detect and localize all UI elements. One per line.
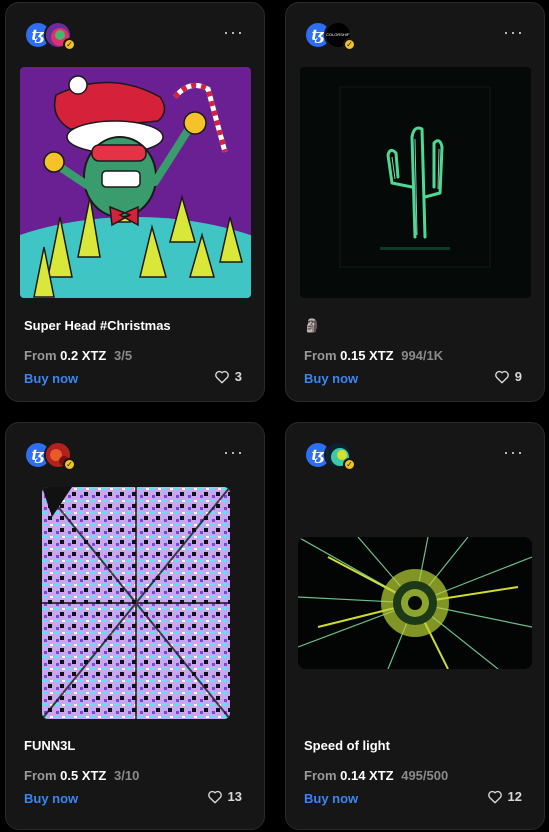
price-from-label: From [304,768,337,783]
price-row: From 0.15 XTZ 994/1K [304,348,443,363]
buy-now-button[interactable]: Buy now [24,791,78,806]
price-amount: 0.5 XTZ [60,768,107,783]
edition-count: 3/10 [114,768,140,783]
artwork-image[interactable] [298,537,532,669]
verified-icon: ✓ [63,38,76,51]
price-amount: 0.14 XTZ [340,768,394,783]
more-options-icon[interactable]: ··· [223,23,244,41]
edition-count: 495/500 [401,768,449,783]
nft-card[interactable]: ꜩ COLORSHIFT ✓ ··· 🗿 From 0.15 XTZ 994/1… [285,2,545,402]
card-avatars: ꜩ ✓ [24,21,84,53]
price-amount: 0.15 XTZ [340,348,394,363]
more-options-icon[interactable]: ··· [223,443,244,461]
artwork-image[interactable] [300,67,531,298]
card-avatars: ꜩ COLORSHIFT ✓ [304,21,364,53]
verified-icon: ✓ [63,458,76,471]
artwork-image[interactable] [42,487,230,719]
price-from-label: From [24,768,57,783]
like-count: 3 [234,369,242,384]
buy-now-button[interactable]: Buy now [304,791,358,806]
card-title[interactable]: 🗿 [304,318,320,334]
like-count: 9 [514,369,522,384]
verified-icon: ✓ [343,38,356,51]
nft-card[interactable]: ꜩ ✓ ··· [5,422,265,830]
heart-icon [487,790,502,803]
heart-icon [494,370,509,383]
like-button[interactable]: 13 [207,789,242,804]
card-avatars: ꜩ ✓ [304,441,364,473]
price-amount: 0.2 XTZ [60,348,107,363]
edition-count: 3/5 [114,348,133,363]
artwork-image[interactable] [20,67,251,298]
card-title[interactable]: Super Head #Christmas [24,318,171,333]
like-count: 12 [507,789,522,804]
verified-icon: ✓ [343,458,356,471]
buy-now-button[interactable]: Buy now [24,371,78,386]
price-row: From 0.2 XTZ 3/5 [24,348,132,363]
buy-now-button[interactable]: Buy now [304,371,358,386]
like-button[interactable]: 9 [494,369,522,384]
heart-icon [207,790,222,803]
edition-count: 994/1K [401,348,444,363]
card-avatars: ꜩ ✓ [24,441,84,473]
nft-card[interactable]: ꜩ ✓ ··· Speed of light From 0.14 XTZ 495… [285,422,545,830]
nft-card[interactable]: ꜩ ✓ ··· [5,2,265,402]
like-count: 13 [227,789,242,804]
price-from-label: From [24,348,57,363]
card-title[interactable]: FUNN3L [24,738,75,753]
more-options-icon[interactable]: ··· [503,443,524,461]
price-row: From 0.5 XTZ 3/10 [24,768,139,783]
card-title[interactable]: Speed of light [304,738,390,753]
like-button[interactable]: 12 [487,789,522,804]
price-from-label: From [304,348,337,363]
price-row: From 0.14 XTZ 495/500 [304,768,448,783]
more-options-icon[interactable]: ··· [503,23,524,41]
like-button[interactable]: 3 [214,369,242,384]
heart-icon [214,370,229,383]
